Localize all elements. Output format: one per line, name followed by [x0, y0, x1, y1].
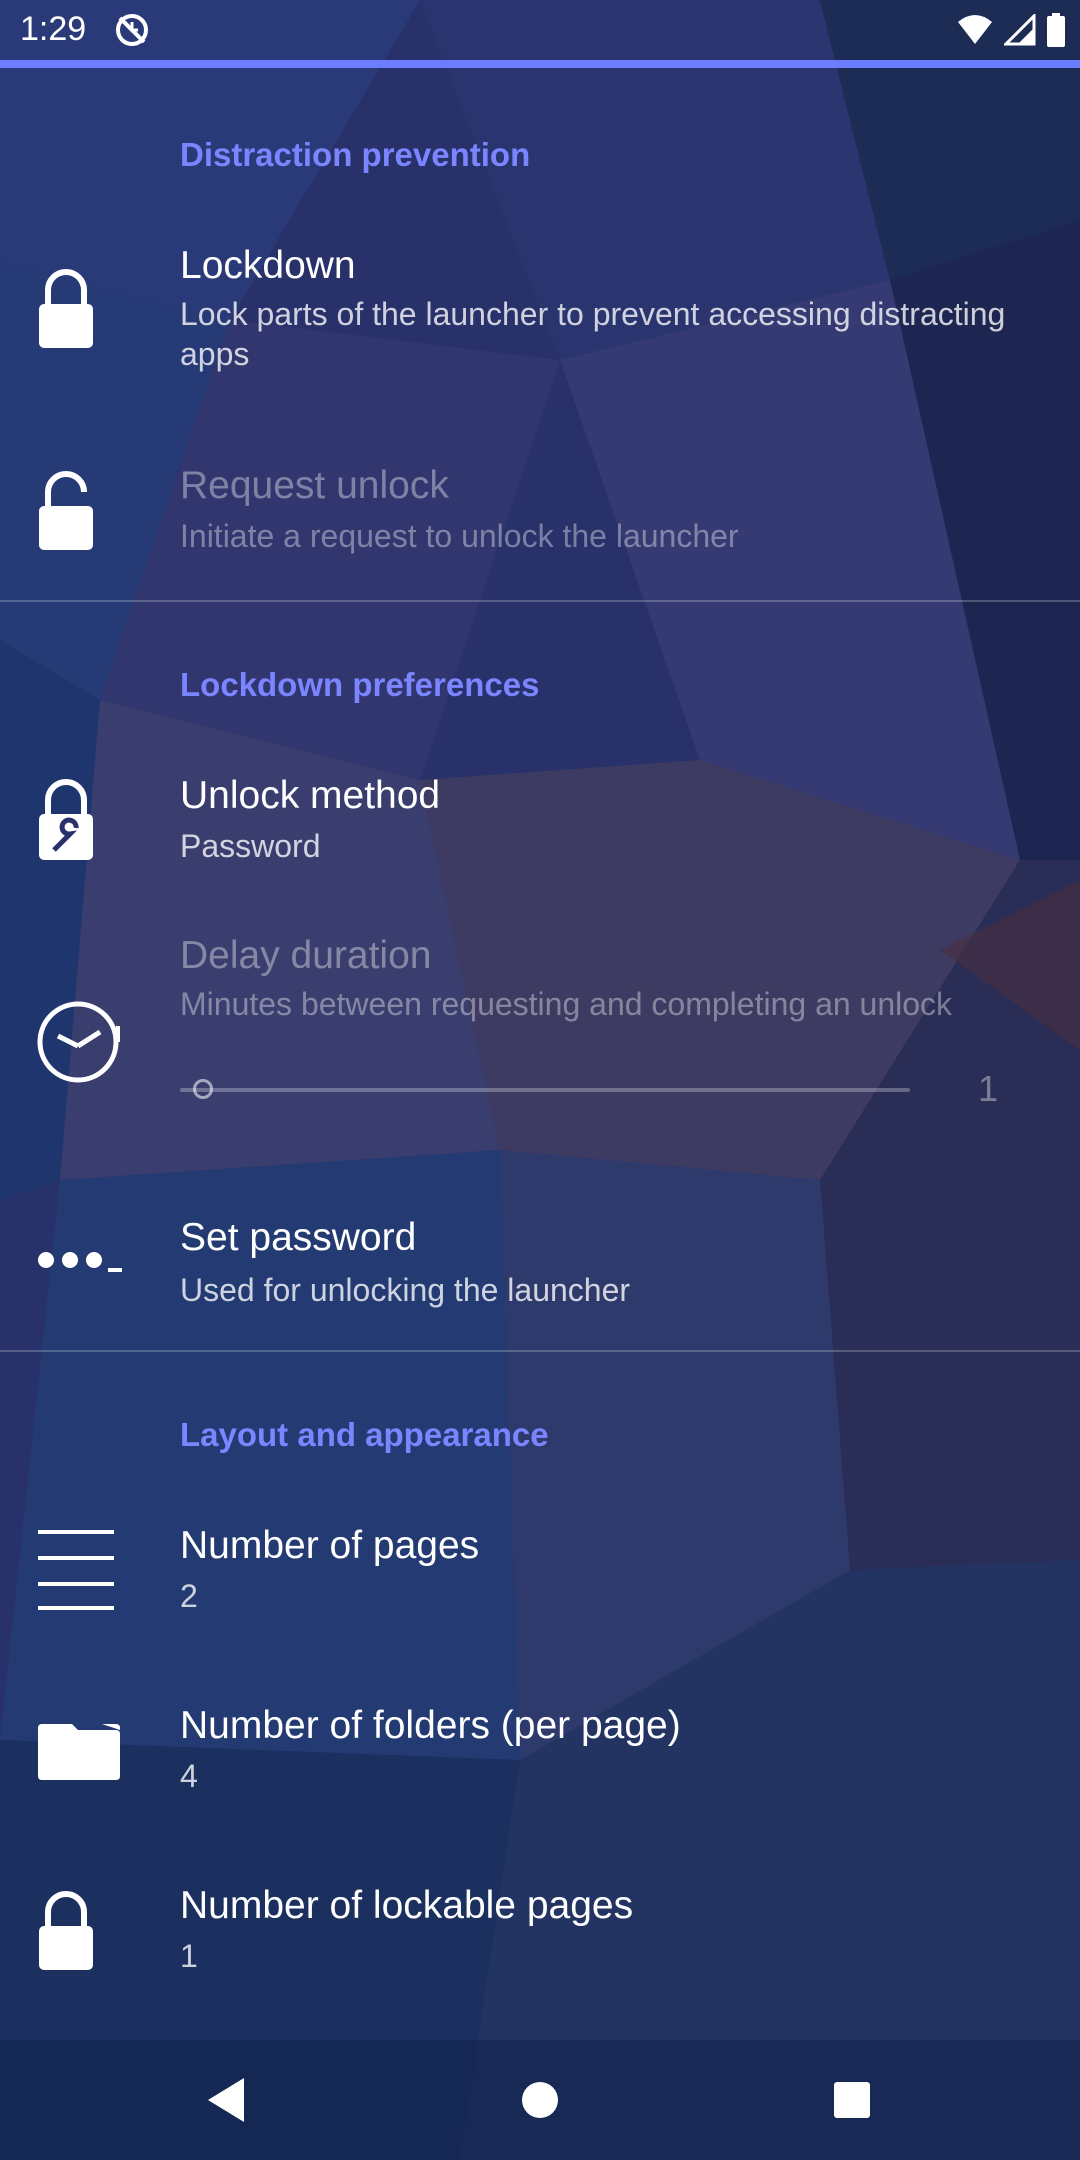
back-icon [208, 2078, 244, 2122]
pref-title: Request unlock [180, 464, 449, 507]
pref-title: Unlock method [180, 774, 441, 817]
signal-icon [1004, 14, 1036, 46]
pref-summary: 2 [180, 1578, 198, 1614]
pref-summary: 1 [180, 1938, 198, 1974]
section-header-lockdown-preferences: Lockdown preferences [180, 666, 540, 703]
pref-lockdown[interactable]: Lockdown Lock parts of the launcher to p… [0, 230, 1080, 390]
status-time: 1:29 [20, 10, 87, 48]
menu-lines-icon [38, 1530, 114, 1610]
sync-disabled-icon [116, 14, 148, 46]
folder-icon [38, 1724, 120, 1780]
wifi-icon [958, 15, 992, 44]
pref-summary: Minutes between requesting and completin… [180, 986, 953, 1022]
home-button[interactable] [500, 2060, 580, 2140]
battery-icon [1047, 13, 1065, 47]
accent-line [0, 60, 1080, 68]
section-header-distraction-prevention: Distraction prevention [180, 136, 531, 173]
password-icon [38, 1252, 122, 1272]
pref-delay-duration[interactable]: Delay duration Minutes between requestin… [0, 920, 1080, 1160]
timer-icon [37, 1001, 120, 1083]
pref-summary: 4 [180, 1758, 198, 1794]
pref-title: Delay duration [180, 934, 432, 977]
pref-title: Number of folders (per page) [180, 1704, 681, 1747]
delay-slider-value: 1 [978, 1068, 999, 1109]
recents-icon [834, 2082, 870, 2118]
delay-slider-thumb[interactable] [193, 1079, 213, 1099]
recents-button[interactable] [812, 2060, 892, 2140]
pref-number-of-lockable-pages[interactable]: Number of lockable pages 1 [0, 1870, 1080, 2020]
pref-title: Set password [180, 1216, 417, 1259]
pref-request-unlock[interactable]: Request unlock Initiate a request to unl… [0, 450, 1080, 590]
navigation-bar [0, 2040, 1080, 2160]
pref-summary: Password [180, 828, 321, 864]
pref-number-of-folders[interactable]: Number of folders (per page) 4 [0, 1690, 1080, 1840]
section-header-layout-and-appearance: Layout and appearance [180, 1416, 549, 1453]
pref-number-of-pages[interactable]: Number of pages 2 [0, 1510, 1080, 1660]
section-divider [0, 1350, 1080, 1352]
pref-unlock-method[interactable]: Unlock method Password [0, 760, 1080, 900]
status-bar: 1:29 [0, 0, 1080, 60]
back-button[interactable] [186, 2060, 266, 2140]
section-divider [0, 600, 1080, 602]
delay-slider-track[interactable] [180, 1088, 910, 1092]
lock-icon [39, 269, 93, 348]
pref-title: Number of pages [180, 1524, 480, 1567]
pref-summary: Used for unlocking the launcher [180, 1272, 631, 1308]
home-icon [522, 2082, 558, 2118]
pref-summary: Initiate a request to unlock the launche… [180, 518, 739, 554]
lock-wrench-icon [39, 779, 93, 860]
pref-title: Lockdown [180, 244, 356, 287]
pref-set-password[interactable]: Set password Used for unlocking the laun… [0, 1200, 1080, 1340]
pref-summary: Lock parts of the launcher to prevent ac… [180, 296, 1006, 372]
lock-open-icon [39, 471, 93, 550]
lock-icon [39, 1891, 93, 1970]
pref-title: Number of lockable pages [180, 1884, 634, 1927]
